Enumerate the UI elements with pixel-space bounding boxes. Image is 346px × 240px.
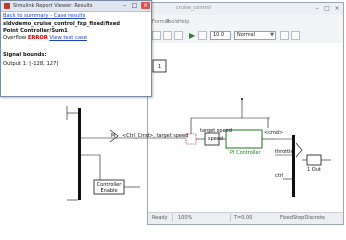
output-bus-block[interactable] — [292, 135, 295, 197]
bus-selector-label: <Ctrl_Cmd>, target speed — [122, 133, 189, 139]
back-to-summary-link[interactable]: Back to summary - Case results — [3, 13, 85, 20]
speed-block-label: speed — [208, 136, 224, 142]
minimize-icon[interactable]: – — [120, 2, 129, 9]
throttle-label: throttle — [275, 149, 294, 155]
report-window: Simulink Report Viewer: Results – □ × Ba… — [0, 0, 152, 97]
model-path-line: sldvdemo_cruise_control_fxp_fixed/fixed — [3, 21, 121, 27]
signal-label: target speed — [200, 128, 232, 134]
inport-label: 1 — [158, 64, 162, 70]
report-body: Back to summary - Case results sldvdemo_… — [3, 13, 149, 94]
overflow-label: Overflow — [3, 35, 27, 41]
close-icon[interactable]: × — [141, 2, 150, 9]
report-titlebar: Simulink Report Viewer: Results – □ × — [1, 1, 151, 12]
pi-controller-label: PI Controller — [230, 150, 261, 156]
outport-block[interactable] — [306, 154, 322, 166]
overflow-row: Overflow ERROR View test case — [3, 35, 87, 42]
app-icon — [4, 3, 10, 9]
mode-label: M — [111, 133, 116, 139]
bus-creator-block[interactable] — [78, 108, 81, 200]
maximize-icon[interactable]: □ — [130, 2, 139, 9]
output-bounds-line: Output 1: [-128, 127] — [3, 61, 59, 67]
overflow-status: ERROR — [27, 35, 48, 41]
report-title: Simulink Report Viewer: Results — [13, 3, 93, 9]
cmd-label: <cmd> — [264, 130, 284, 136]
output-switch-block[interactable] — [295, 142, 303, 158]
signal-line — [81, 154, 101, 180]
view-test-case-link[interactable]: View test case — [49, 35, 87, 41]
ctrl-label: ctrl — [275, 173, 284, 179]
outport-label: 1 Out — [307, 167, 321, 173]
subsystem-path-line: Point Controller/Sum1 — [3, 28, 68, 34]
signal-bounds-heading: Signal bounds: — [3, 52, 47, 58]
controller-enable-label: Controller Enable — [96, 182, 122, 194]
